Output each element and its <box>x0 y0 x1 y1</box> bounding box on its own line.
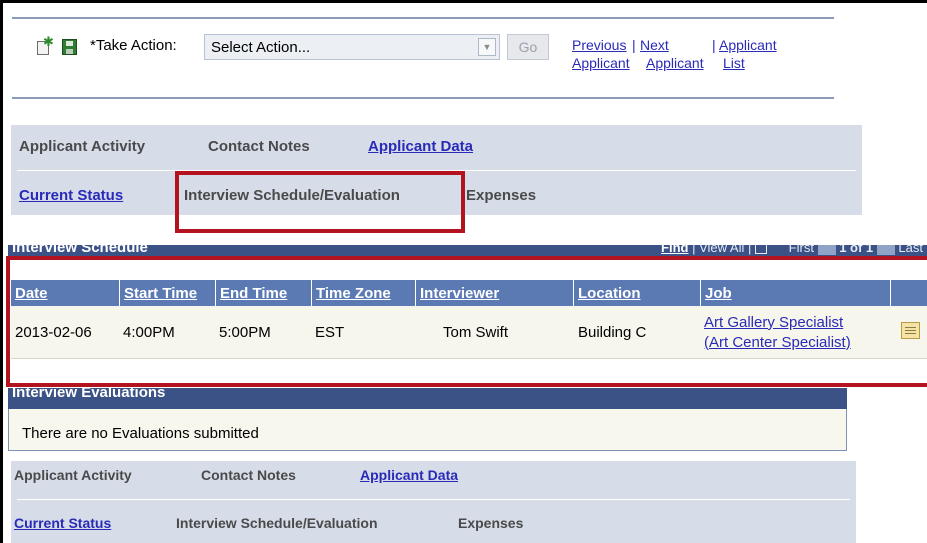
chevron-down-icon[interactable]: ▼ <box>478 38 496 56</box>
no-evaluations-message: There are no Evaluations submitted <box>22 425 259 442</box>
previous-row-icon[interactable] <box>817 245 836 255</box>
save-icon[interactable] <box>62 39 77 55</box>
next-row-icon[interactable] <box>876 245 895 255</box>
tab-applicant-data-bottom[interactable]: Applicant Data <box>360 467 458 483</box>
nav-separator: | <box>712 37 716 53</box>
toolbar-top-rule <box>12 17 834 19</box>
go-button[interactable]: Go <box>507 34 549 60</box>
interview-evaluations-title: Interview Evaluations <box>12 388 166 401</box>
take-action-select-value: Select Action... <box>211 38 311 56</box>
toolbar-bottom-rule <box>12 97 834 99</box>
first-label[interactable]: First <box>789 245 814 255</box>
next-applicant-link-line1[interactable]: Next <box>640 37 669 53</box>
applicant-list-link-line2[interactable]: List <box>723 55 745 71</box>
previous-applicant-link-line1[interactable]: Previous <box>572 37 626 53</box>
nav-separator: | <box>632 37 636 53</box>
tab-expenses[interactable]: Expenses <box>466 187 536 204</box>
tab-contact-notes-bottom[interactable]: Contact Notes <box>201 467 296 483</box>
toolbar-icons: ✱ <box>34 34 77 56</box>
view-all-link[interactable]: View All <box>699 245 744 255</box>
row-count: 1 of 1 <box>839 245 874 255</box>
take-action-select[interactable]: Select Action... ▼ <box>204 34 500 60</box>
tab-current-status[interactable]: Current Status <box>19 187 123 204</box>
highlight-interview-schedule <box>6 256 927 387</box>
grid-navigation: Find | View All | First 1 of 1 Last <box>661 245 923 255</box>
tab-applicant-activity-bottom[interactable]: Applicant Activity <box>14 467 132 483</box>
tab-current-status-bottom[interactable]: Current Status <box>14 515 111 531</box>
applicant-list-link-line1[interactable]: Applicant <box>719 37 777 53</box>
tab-applicant-data[interactable]: Applicant Data <box>368 138 473 155</box>
find-link[interactable]: Find <box>661 245 688 255</box>
take-action-label: *Take Action: <box>90 37 177 54</box>
tab-contact-notes[interactable]: Contact Notes <box>208 138 310 155</box>
last-label[interactable]: Last <box>898 245 923 255</box>
previous-applicant-link-line2[interactable]: Applicant <box>572 55 630 71</box>
interview-evaluations-header: Interview Evaluations <box>8 388 847 409</box>
interview-schedule-title: Interview Schedule <box>12 245 148 256</box>
highlight-interview-tab <box>175 171 465 233</box>
tab-expenses-bottom[interactable]: Expenses <box>458 515 523 531</box>
tab-applicant-activity[interactable]: Applicant Activity <box>19 138 145 155</box>
new-window-icon[interactable]: ✱ <box>34 34 54 56</box>
interview-evaluations-body: There are no Evaluations submitted <box>8 409 847 451</box>
tab-interview-schedule-evaluation-bottom[interactable]: Interview Schedule/Evaluation <box>176 515 378 531</box>
download-grid-icon[interactable] <box>755 245 767 254</box>
next-applicant-link-line2[interactable]: Applicant <box>646 55 704 71</box>
